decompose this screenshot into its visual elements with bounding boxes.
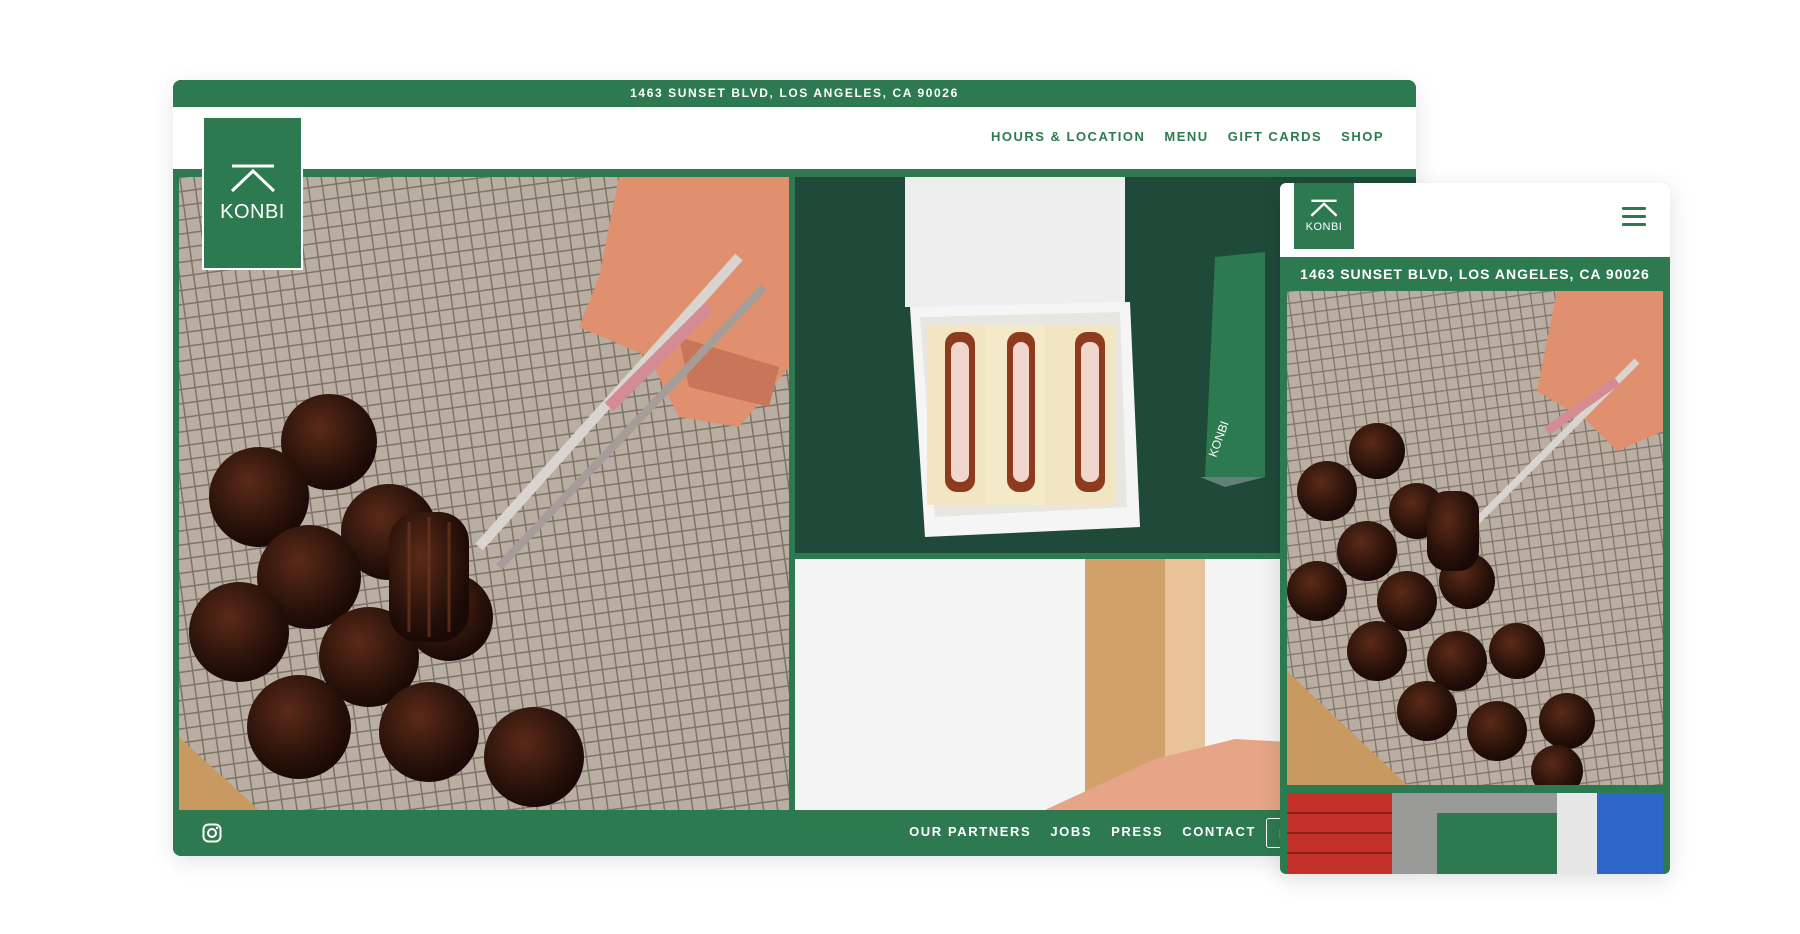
nav-shop[interactable]: SHOP [1341, 129, 1384, 144]
mobile-konbi-logo[interactable]: KONBI [1294, 183, 1354, 249]
mobile-site-mockup: KONBI 1463 SUNSET BLVD, LOS ANGELES, CA … [1280, 183, 1670, 874]
mobile-address-bar: 1463 SUNSET BLVD, LOS ANGELES, CA 90026 [1280, 257, 1670, 291]
konbi-mark-icon [230, 164, 275, 192]
mobile-logo-text: KONBI [1305, 221, 1343, 233]
canele-tray-photo [179, 177, 789, 810]
hamburger-menu-icon[interactable] [1622, 207, 1646, 227]
desktop-site-mockup: 1463 SUNSET BLVD, LOS ANGELES, CA 90026 … [173, 80, 1416, 856]
main-nav: HOURS & LOCATION MENU GIFT CARDS SHOP [991, 129, 1384, 144]
nav-hours-location[interactable]: HOURS & LOCATION [991, 129, 1145, 144]
footer-link-press[interactable]: PRESS [1111, 824, 1163, 839]
konbi-logo[interactable]: KONBI [202, 116, 303, 270]
mobile-storefront-photo [1287, 793, 1663, 874]
site-header: HOURS & LOCATION MENU GIFT CARDS SHOP [173, 107, 1416, 169]
nav-menu[interactable]: MENU [1164, 129, 1208, 144]
footer-links: OUR PARTNERS JOBS PRESS CONTACT [909, 824, 1256, 839]
mobile-canele-photo [1287, 291, 1663, 785]
site-footer: OUR PARTNERS JOBS PRESS CONTACT EM [173, 810, 1416, 856]
instagram-icon[interactable] [202, 823, 222, 843]
address-bar: 1463 SUNSET BLVD, LOS ANGELES, CA 90026 [173, 80, 1416, 107]
mobile-header: KONBI [1280, 183, 1670, 257]
konbi-mark-icon [1310, 199, 1338, 217]
footer-link-jobs[interactable]: JOBS [1050, 824, 1092, 839]
nav-gift-cards[interactable]: GIFT CARDS [1228, 129, 1322, 144]
footer-link-contact[interactable]: CONTACT [1182, 824, 1256, 839]
logo-text: KONBI [220, 200, 285, 223]
footer-link-our-partners[interactable]: OUR PARTNERS [909, 824, 1031, 839]
